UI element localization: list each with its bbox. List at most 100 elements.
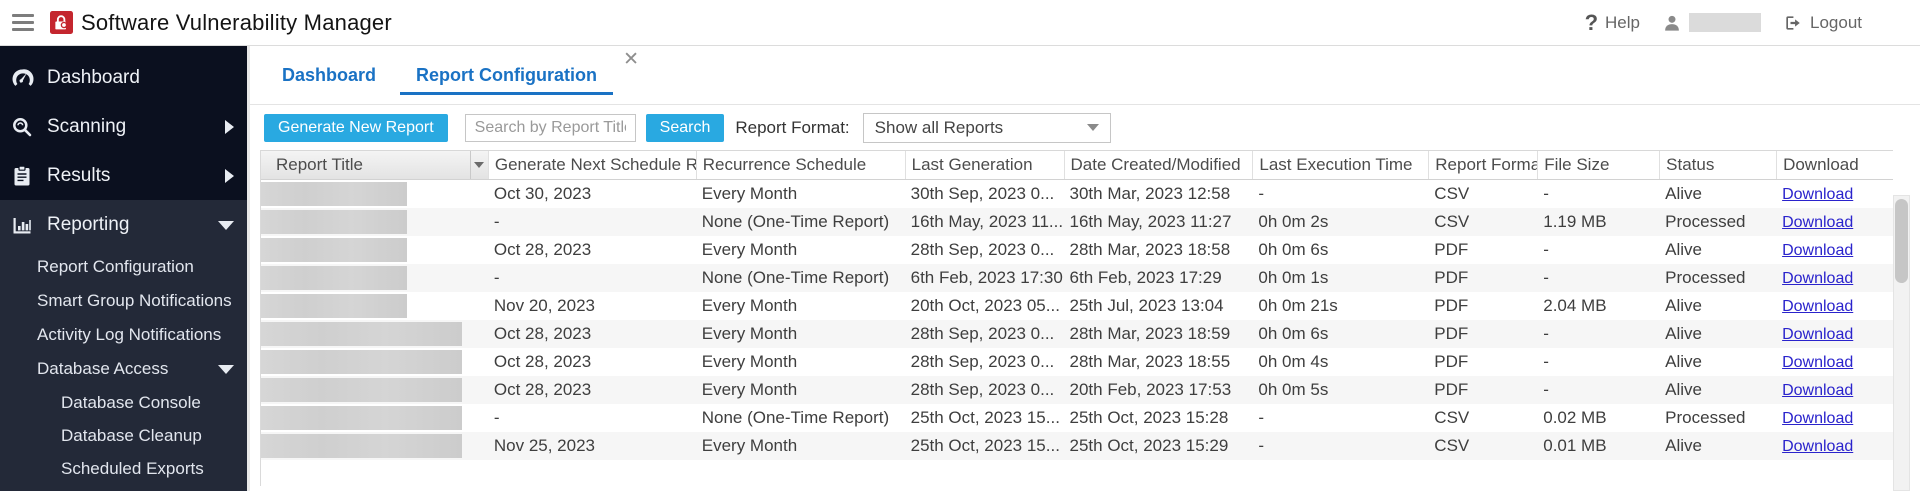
cell-status: Alive — [1659, 184, 1776, 204]
cell-last-execution-time: 0h 0m 1s — [1252, 268, 1428, 288]
download-link[interactable]: Download — [1782, 438, 1853, 455]
search-button[interactable]: Search — [646, 114, 725, 142]
download-link[interactable]: Download — [1782, 214, 1853, 231]
cell-download: Download — [1776, 324, 1893, 344]
cell-date-created-modified: 20th Feb, 2023 17:53 — [1064, 380, 1253, 400]
download-link[interactable]: Download — [1782, 270, 1853, 287]
cell-report-title — [261, 350, 488, 374]
sidebar-item-results[interactable]: Results — [0, 151, 247, 200]
cell-download: Download — [1776, 240, 1893, 260]
chevron-right-icon — [225, 120, 234, 134]
column-header-status[interactable]: Status — [1659, 151, 1776, 179]
sidebar-item-database-access[interactable]: Database Access — [0, 352, 247, 386]
sidebar-item-smart-group-notifications[interactable]: Smart Group Notifications — [0, 284, 247, 318]
cell-date-created-modified: 28th Mar, 2023 18:55 — [1064, 352, 1253, 372]
cell-download: Download — [1776, 184, 1893, 204]
sidebar-item-reporting[interactable]: Reporting — [0, 200, 247, 250]
chevron-down-icon — [218, 221, 234, 230]
table-row[interactable]: Oct 30, 2023 Every Month 30th Sep, 2023 … — [261, 180, 1893, 208]
download-link[interactable]: Download — [1782, 326, 1853, 343]
close-tab-icon[interactable]: ✕ — [623, 50, 639, 69]
download-link[interactable]: Download — [1782, 410, 1853, 427]
redacted-report-title — [261, 266, 407, 290]
sidebar-nav: Dashboard Scanning Results — [0, 46, 250, 491]
cell-status: Alive — [1659, 296, 1776, 316]
download-link[interactable]: Download — [1782, 382, 1853, 399]
cell-date-created-modified: 25th Jul, 2023 13:04 — [1064, 296, 1253, 316]
column-header-file-size[interactable]: File Size — [1537, 151, 1659, 179]
logout-button[interactable]: Logout — [1783, 13, 1862, 33]
search-input[interactable] — [465, 114, 636, 142]
cell-date-created-modified: 6th Feb, 2023 17:29 — [1064, 268, 1253, 288]
help-button[interactable]: ? Help — [1585, 10, 1640, 36]
cell-date-created-modified: 25th Oct, 2023 15:28 — [1064, 408, 1253, 428]
tab-report-configuration[interactable]: Report Configuration ✕ — [400, 56, 613, 95]
sidebar-item-database-cleanup[interactable]: Database Cleanup — [0, 419, 247, 452]
cell-report-format: PDF — [1428, 324, 1537, 344]
tab-dashboard[interactable]: Dashboard — [266, 56, 392, 95]
sidebar-item-report-configuration[interactable]: Report Configuration — [0, 250, 247, 284]
cell-report-title — [261, 434, 488, 458]
table-row[interactable]: Oct 28, 2023 Every Month 28th Sep, 2023 … — [261, 320, 1893, 348]
vertical-scrollbar[interactable] — [1893, 195, 1910, 491]
cell-last-generation: 20th Oct, 2023 05... — [905, 296, 1064, 316]
table-row[interactable]: Nov 25, 2023 Every Month 25th Oct, 2023 … — [261, 432, 1893, 460]
cell-status: Processed — [1659, 212, 1776, 232]
redacted-report-title — [261, 434, 462, 458]
column-header-report-format[interactable]: Report Format — [1428, 151, 1537, 179]
table-row[interactable]: Nov 20, 2023 Every Month 20th Oct, 2023 … — [261, 292, 1893, 320]
cell-file-size: - — [1537, 240, 1659, 260]
sidebar-item-label: Database Access — [37, 352, 168, 386]
column-menu-button[interactable] — [470, 151, 488, 179]
cell-report-title — [261, 182, 488, 206]
tab-label: Report Configuration — [416, 65, 597, 85]
table-row[interactable]: Oct 28, 2023 Every Month 28th Sep, 2023 … — [261, 348, 1893, 376]
table-row[interactable]: - None (One-Time Report) 25th Oct, 2023 … — [261, 404, 1893, 432]
table-row[interactable]: Oct 28, 2023 Every Month 28th Sep, 2023 … — [261, 376, 1893, 404]
cell-status: Alive — [1659, 324, 1776, 344]
sidebar-item-dashboard[interactable]: Dashboard — [0, 54, 247, 103]
sidebar-item-database-console[interactable]: Database Console — [0, 386, 247, 419]
download-link[interactable]: Download — [1782, 186, 1853, 203]
cell-last-execution-time: 0h 0m 5s — [1252, 380, 1428, 400]
column-header-last-execution-time[interactable]: Last Execution Time — [1252, 151, 1428, 179]
gauge-icon — [10, 66, 34, 90]
magnifier-icon — [10, 115, 34, 139]
cell-last-execution-time: - — [1252, 184, 1428, 204]
sidebar-item-scanning[interactable]: Scanning — [0, 103, 247, 152]
table-row[interactable]: Oct 28, 2023 Every Month 28th Sep, 2023 … — [261, 236, 1893, 264]
cell-download: Download — [1776, 296, 1893, 316]
column-header-date-created-modified[interactable]: Date Created/Modified — [1064, 151, 1253, 179]
reporting-section: Reporting Report Configuration Smart Gro… — [0, 200, 247, 491]
column-header-recurrence-schedule[interactable]: Recurrence Schedule — [696, 151, 905, 179]
cell-report-title — [261, 322, 488, 346]
user-account[interactable] — [1662, 13, 1761, 33]
user-icon — [1662, 13, 1682, 33]
hamburger-menu-icon[interactable] — [12, 14, 34, 31]
download-link[interactable]: Download — [1782, 242, 1853, 259]
dropdown-caret-icon — [1087, 124, 1099, 131]
cell-report-format: CSV — [1428, 184, 1537, 204]
column-header-report-title[interactable]: Report Title — [261, 151, 488, 179]
sidebar-item-activity-log-notifications[interactable]: Activity Log Notifications — [0, 318, 247, 352]
column-header-download[interactable]: Download — [1776, 151, 1893, 179]
cell-last-execution-time: 0h 0m 2s — [1252, 212, 1428, 232]
sidebar-item-scheduled-exports[interactable]: Scheduled Exports — [0, 452, 247, 485]
download-link[interactable]: Download — [1782, 298, 1853, 315]
download-link[interactable]: Download — [1782, 354, 1853, 371]
table-header-row: Report Title Generate Next Schedule Repo… — [261, 150, 1893, 180]
report-format-dropdown[interactable]: Show all Reports — [863, 113, 1111, 143]
column-header-generate-next[interactable]: Generate Next Schedule Repo... — [488, 151, 696, 179]
generate-new-report-button[interactable]: Generate New Report — [264, 114, 448, 142]
cell-last-generation: 30th Sep, 2023 0... — [905, 184, 1064, 204]
main-content: Dashboard Report Configuration ✕ Generat… — [250, 46, 1920, 491]
cell-date-created-modified: 28th Mar, 2023 18:59 — [1064, 324, 1253, 344]
table-row[interactable]: - None (One-Time Report) 6th Feb, 2023 1… — [261, 264, 1893, 292]
cell-last-generation: 25th Oct, 2023 15... — [905, 408, 1064, 428]
cell-file-size: - — [1537, 380, 1659, 400]
scrollbar-thumb[interactable] — [1895, 199, 1908, 283]
column-header-last-generation[interactable]: Last Generation — [905, 151, 1064, 179]
logout-label: Logout — [1810, 13, 1862, 33]
table-row[interactable]: - None (One-Time Report) 16th May, 2023 … — [261, 208, 1893, 236]
app-title: Software Vulnerability Manager — [81, 10, 392, 36]
